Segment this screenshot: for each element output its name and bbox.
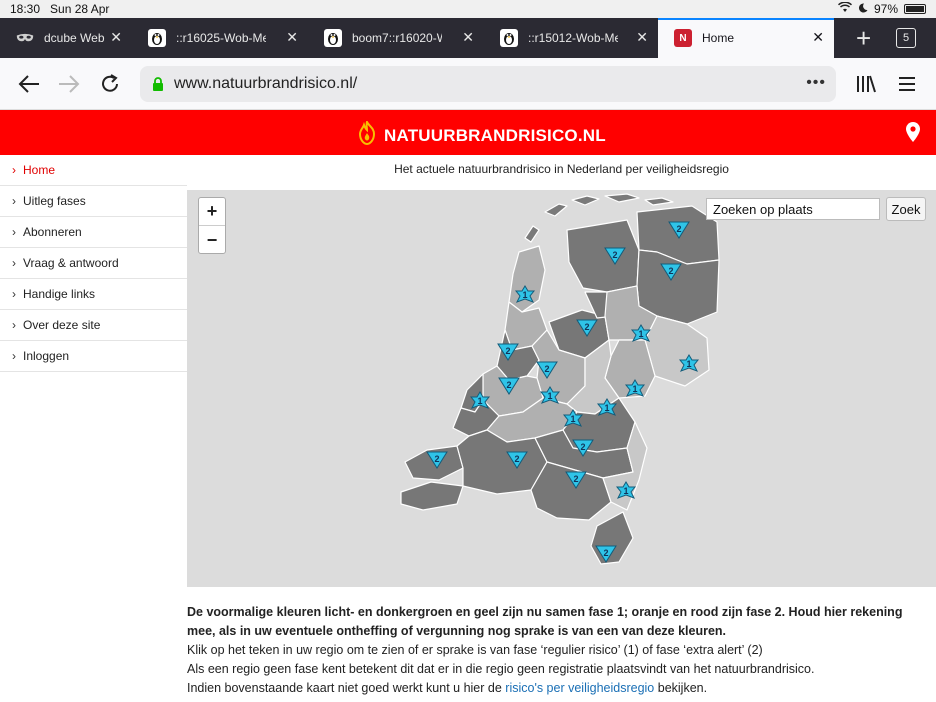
close-icon[interactable]: ✕ <box>462 29 474 46</box>
no-phase-line: Als een regio geen fase kent betekent di… <box>187 662 815 676</box>
chevron-right-icon: › <box>12 287 16 301</box>
sidebar-item-inloggen[interactable]: › Inloggen <box>0 341 187 372</box>
info-text: De voormalige kleuren licht- en donkergr… <box>187 603 927 698</box>
svg-text:2: 2 <box>544 364 549 374</box>
svg-text:2: 2 <box>603 548 608 558</box>
navigation-bar: www.natuurbrandrisico.nl/ ••• <box>0 58 936 110</box>
back-icon[interactable] <box>15 70 43 98</box>
svg-text:1: 1 <box>623 486 628 496</box>
close-icon[interactable]: ✕ <box>286 29 298 46</box>
svg-text:2: 2 <box>505 346 510 356</box>
phase-notice: De voormalige kleuren licht- en donkergr… <box>187 605 903 638</box>
new-tab-icon[interactable]: + <box>856 25 871 51</box>
svg-text:2: 2 <box>612 250 617 260</box>
reload-icon[interactable] <box>96 70 124 98</box>
svg-text:2: 2 <box>573 474 578 484</box>
battery-percent: 97% <box>873 2 898 16</box>
svg-text:1: 1 <box>570 414 575 424</box>
site-favicon: N <box>674 29 692 47</box>
chevron-right-icon: › <box>12 194 16 208</box>
sidebar: › Home › Uitleg fases › Abonneren › Vraag & … <box>0 155 187 372</box>
forward-icon[interactable] <box>55 70 83 98</box>
tab-bar: dcube Web ✕ ::r16025-Wob-Meppel ✕ boom7:… <box>0 18 936 58</box>
place-search-input[interactable] <box>706 198 880 220</box>
svg-text:2: 2 <box>434 454 439 464</box>
chevron-right-icon: › <box>12 225 16 239</box>
menu-icon[interactable] <box>893 70 921 98</box>
tab-title: boom7::r16020-Wob-M <box>352 31 442 45</box>
sidebar-item-handige-links[interactable]: › Handige links <box>0 279 187 310</box>
instruction-line: Klik op het teken in uw regio om te zien… <box>187 643 763 657</box>
netherlands-map[interactable]: 2 2 2 1 2 1 2 1 2 2 1 1 1 1 1 2 2 2 2 1 … <box>187 190 936 587</box>
sidebar-item-vraag-antwoord[interactable]: › Vraag & antwoord <box>0 248 187 279</box>
svg-text:2: 2 <box>584 322 589 332</box>
fallback-line: Indien bovenstaande kaart niet goed werk… <box>187 681 708 695</box>
status-bar: 18:30 Sun 28 Apr 97% <box>0 0 936 18</box>
tab-count[interactable]: 5 <box>896 28 916 48</box>
logo-text: NATUURBRANDRISICO.NL <box>384 125 606 145</box>
library-icon[interactable] <box>852 70 880 98</box>
moon-icon <box>858 2 868 16</box>
chevron-right-icon: › <box>12 349 16 363</box>
lock-icon <box>152 77 164 96</box>
status-date: Sun 28 Apr <box>50 2 110 16</box>
tab-title: ::r15012-Wob-Meppel <box>528 31 618 45</box>
url-text: www.natuurbrandrisico.nl/ <box>174 75 358 92</box>
tux-icon <box>500 29 518 47</box>
tux-icon <box>148 29 166 47</box>
tab-2[interactable]: boom7::r16020-Wob-M ✕ <box>308 18 484 58</box>
svg-text:2: 2 <box>506 380 511 390</box>
url-bar[interactable]: www.natuurbrandrisico.nl/ ••• <box>140 66 836 102</box>
mask-icon <box>16 29 34 47</box>
zoom-in-button[interactable]: + <box>199 198 225 226</box>
chevron-right-icon: › <box>12 256 16 270</box>
svg-text:1: 1 <box>604 403 609 413</box>
close-icon[interactable]: ✕ <box>812 29 824 46</box>
tux-icon <box>324 29 342 47</box>
risk-per-region-link[interactable]: risico's per veiligheidsregio <box>505 681 654 695</box>
tab-3[interactable]: ::r15012-Wob-Meppel ✕ <box>484 18 658 58</box>
svg-text:2: 2 <box>676 224 681 234</box>
zoom-control: + − <box>198 197 226 254</box>
status-time: 18:30 <box>10 2 41 16</box>
sidebar-item-uitleg-fases[interactable]: › Uitleg fases <box>0 186 187 217</box>
close-icon[interactable]: ✕ <box>636 29 648 46</box>
sidebar-item-abonneren[interactable]: › Abonneren <box>0 217 187 248</box>
svg-text:2: 2 <box>514 454 519 464</box>
svg-text:1: 1 <box>547 391 552 401</box>
tab-title: Home <box>702 31 735 45</box>
wifi-icon <box>837 1 852 16</box>
svg-text:2: 2 <box>668 266 673 276</box>
svg-text:1: 1 <box>477 396 482 406</box>
tab-home[interactable]: N Home ✕ <box>658 18 834 58</box>
risk-map[interactable]: 2 2 2 1 2 1 2 1 2 2 1 1 1 1 1 2 2 2 2 1 … <box>187 190 936 587</box>
svg-text:1: 1 <box>632 384 637 394</box>
page-title: Het actuele natuurbrandrisico in Nederla… <box>394 162 729 176</box>
svg-text:1: 1 <box>686 359 691 369</box>
site-header: NATUURBRANDRISICO.NL <box>0 110 936 155</box>
chevron-right-icon: › <box>12 163 16 177</box>
chevron-right-icon: › <box>12 318 16 332</box>
sidebar-item-over-deze-site[interactable]: › Over deze site <box>0 310 187 341</box>
svg-text:1: 1 <box>522 290 527 300</box>
sidebar-item-home[interactable]: › Home <box>0 155 187 186</box>
search-button[interactable]: Zoek <box>886 197 926 221</box>
battery-icon <box>904 4 926 14</box>
tab-0[interactable]: dcube Web ✕ <box>0 18 132 58</box>
flame-shield-icon <box>356 119 378 150</box>
close-icon[interactable]: ✕ <box>110 29 122 46</box>
svg-text:2: 2 <box>580 442 585 452</box>
site-logo[interactable]: NATUURBRANDRISICO.NL <box>356 119 606 150</box>
svg-text:1: 1 <box>638 329 643 339</box>
tab-title: ::r16025-Wob-Meppel <box>176 31 266 45</box>
tab-1[interactable]: ::r16025-Wob-Meppel ✕ <box>132 18 308 58</box>
zoom-out-button[interactable]: − <box>199 226 225 254</box>
page-actions-icon[interactable]: ••• <box>806 74 826 92</box>
location-pin-icon[interactable] <box>906 122 920 147</box>
